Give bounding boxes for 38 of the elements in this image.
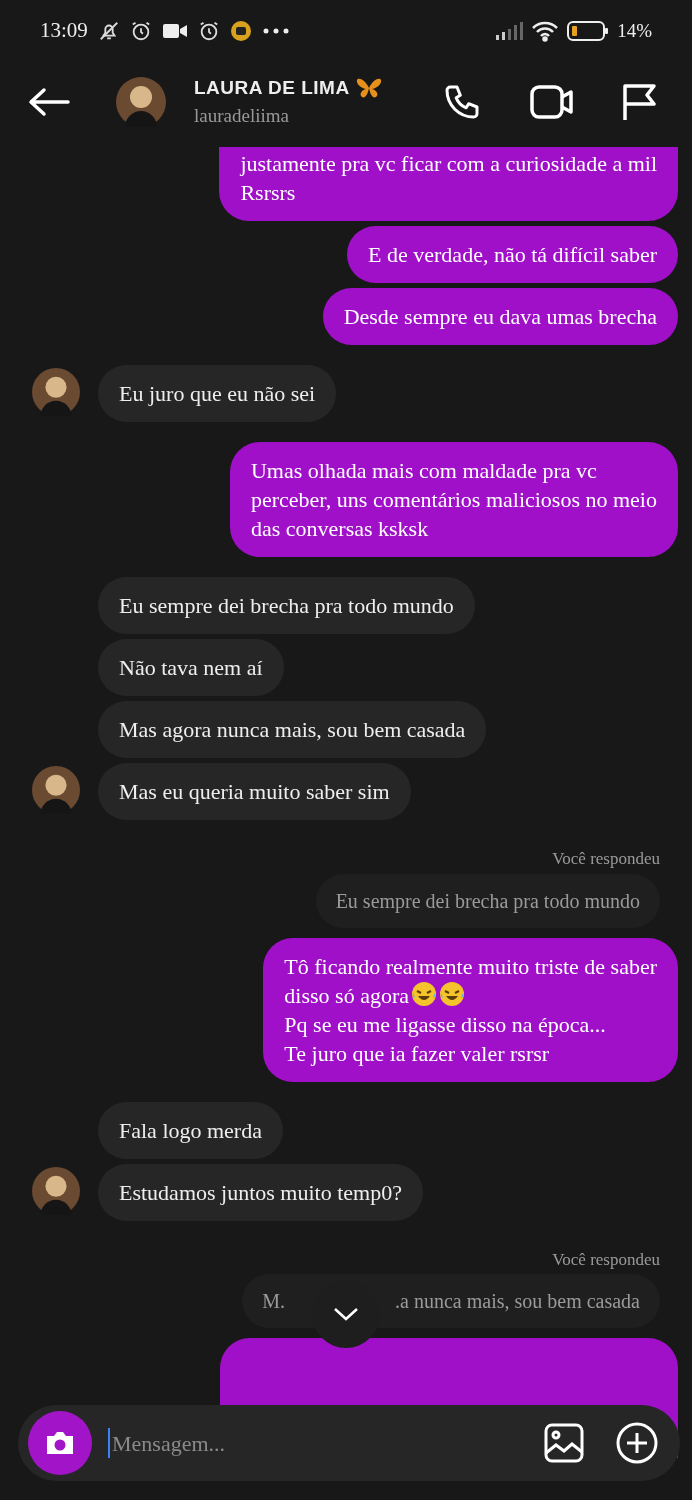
camera-button[interactable] — [28, 1411, 92, 1475]
received-message: Mas eu queria muito saber sim — [98, 763, 411, 820]
sent-message: Desde sempre eu dava umas brecha — [322, 288, 678, 345]
received-message: Mas agora nunca mais, sou bem casada — [98, 701, 487, 758]
received-message: Fala logo merda — [98, 1101, 283, 1159]
battery-icon — [567, 21, 610, 41]
battery-percentage: 14% — [617, 18, 652, 43]
sent-message: Tô ficando realmente muito triste de saber disso só agora Pq se eu me ligasse disso na época... Te juro que ia fazer valer rsrsr — [263, 937, 678, 1082]
signal-icon — [495, 22, 524, 40]
sent-message: justamente pra vc ficar com a curiosidade a mil Rsrsrs — [219, 147, 678, 221]
download-badge-icon — [229, 20, 252, 42]
contact-name: LAURA DE LIMA — [194, 75, 350, 100]
add-icon[interactable] — [616, 1422, 658, 1464]
message-input[interactable]: Mensagem... — [112, 1426, 544, 1460]
video-camera-icon — [161, 21, 188, 41]
wifi-icon — [531, 20, 560, 42]
received-message: Eu sempre dei brecha pra todo mundo — [98, 577, 475, 634]
status-time: 13:09 — [40, 17, 88, 45]
reply-label: Você respondeu — [552, 848, 660, 870]
quoted-message: Eu sempre dei brecha pra todo mundo — [315, 873, 660, 928]
laughing-emoji-icon — [411, 980, 437, 1007]
received-message: Eu juro que eu não sei — [98, 365, 337, 422]
avatar[interactable] — [116, 77, 166, 127]
received-message: Estudamos juntos muito temp0? — [98, 1163, 423, 1221]
back-arrow-icon[interactable] — [28, 87, 70, 117]
laughing-emoji-icon — [439, 980, 465, 1007]
sent-message: E de verdade, não tá difícil saber — [347, 226, 678, 283]
message-composer[interactable]: Mensagem... — [18, 1405, 680, 1481]
flag-icon[interactable] — [622, 83, 656, 121]
sent-message: Umas olhada mais com maldade pra vc perceber, uns comentários maliciosos no meio das conversas ksksk — [230, 442, 678, 557]
video-call-icon[interactable] — [530, 84, 574, 120]
bell-off-icon — [97, 20, 120, 42]
more-icon — [261, 27, 290, 35]
contact-username: lauradeliima — [194, 104, 290, 128]
butterfly-icon — [355, 76, 382, 99]
reply-label: Você respondeu — [552, 1248, 660, 1271]
received-message: Não tava nem aí — [98, 639, 284, 696]
gallery-icon[interactable] — [544, 1423, 584, 1463]
